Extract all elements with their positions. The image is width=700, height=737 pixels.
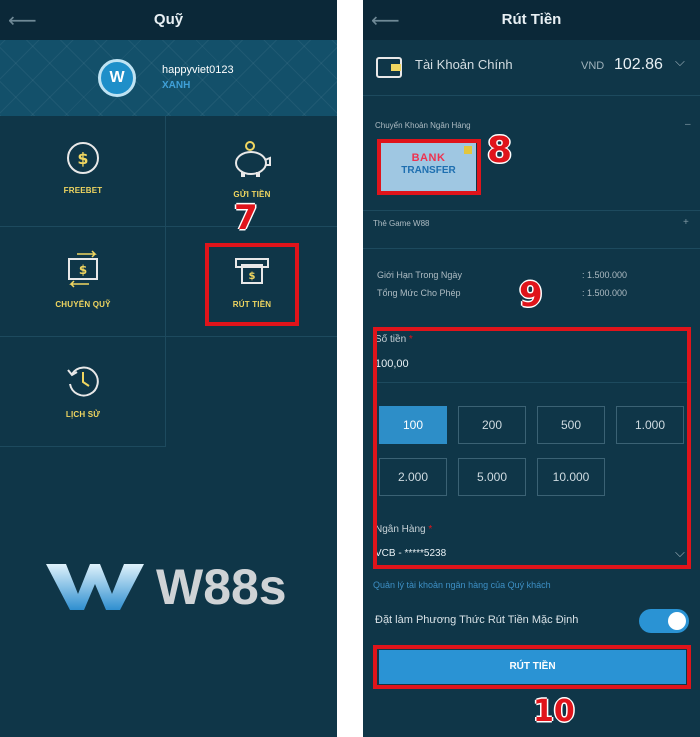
divider	[363, 248, 700, 249]
total-limit-value: : 1.500.000	[582, 288, 628, 298]
account-balance: 102.86	[614, 56, 663, 73]
highlight-box-form	[373, 327, 691, 569]
piggy-bank-icon	[235, 141, 271, 177]
transfer-money-icon: $	[68, 250, 98, 288]
w88-logo-icon	[46, 564, 144, 610]
highlight-box-submit	[373, 645, 691, 689]
default-method-toggle[interactable]	[639, 609, 689, 633]
toggle-knob	[668, 612, 686, 630]
tile-label: LỊCH SỬ	[65, 410, 101, 419]
username: happyviet0123	[162, 64, 234, 76]
total-limit-label: Tổng Mức Cho Phép	[377, 288, 461, 298]
divider	[363, 210, 700, 211]
highlight-box-withdraw	[205, 243, 299, 326]
step-number-10: 10	[533, 694, 575, 729]
svg-text:$: $	[77, 149, 88, 168]
dollar-coin-icon: $	[67, 142, 99, 174]
section-bank-transfer[interactable]: Chuyển Khoản Ngân Hàng	[375, 121, 471, 130]
section-game-card[interactable]: Thẻ Game W88	[373, 219, 429, 228]
avatar: W	[98, 59, 136, 97]
svg-text:$: $	[79, 263, 87, 277]
tile-label: FREEBET	[63, 186, 103, 195]
top-bar: ⟵ Quỹ	[0, 0, 337, 40]
page-title: Rút Tiền	[501, 11, 562, 28]
daily-limit-value: : 1.500.000	[582, 270, 628, 280]
step-number-9: 9	[519, 275, 543, 315]
daily-limit-label: Giới Hạn Trong Ngày	[377, 270, 462, 280]
member-level: XANH	[162, 80, 191, 91]
highlight-box-bank	[377, 139, 481, 195]
tile-label: CHUYỂN QUỸ	[55, 300, 111, 309]
page-title: Quỹ	[153, 11, 184, 28]
account-name: Tài Khoản Chính	[415, 57, 513, 72]
withdraw-screen: ⟵ Rút Tiền Tài Khoản Chính VND 102.86 ⌵ …	[363, 0, 700, 737]
brand-name: W88s	[156, 559, 287, 615]
chevron-down-icon: ⌵	[675, 54, 685, 69]
wallet-screen: ⟵ Quỹ W happyviet0123 XANH $ FREEBET GỬI…	[0, 0, 337, 737]
wallet-icon	[376, 57, 402, 78]
top-bar: ⟵ Rút Tiền	[363, 0, 700, 40]
tile-transfer[interactable]: $ CHUYỂN QUỸ	[13, 250, 153, 340]
collapse-icon[interactable]: –	[685, 119, 691, 130]
default-method-label: Đặt làm Phương Thức Rút Tiền Mặc Định	[375, 614, 579, 626]
step-number-8: 8	[487, 130, 513, 171]
tile-history[interactable]: LỊCH SỬ	[13, 362, 153, 452]
account-currency: VND	[581, 60, 605, 72]
expand-icon[interactable]: +	[683, 217, 689, 228]
grid-divider	[165, 116, 166, 446]
account-selector[interactable]: Tài Khoản Chính VND 102.86 ⌵	[363, 40, 700, 96]
manage-bank-accounts-link[interactable]: Quản lý tài khoản ngân hàng của Quý khác…	[373, 580, 551, 590]
history-clock-icon	[67, 366, 99, 397]
tile-freebet[interactable]: $ FREEBET	[13, 140, 153, 230]
user-banner: W happyviet0123 XANH	[0, 40, 337, 116]
step-number-7: 7	[234, 198, 258, 238]
